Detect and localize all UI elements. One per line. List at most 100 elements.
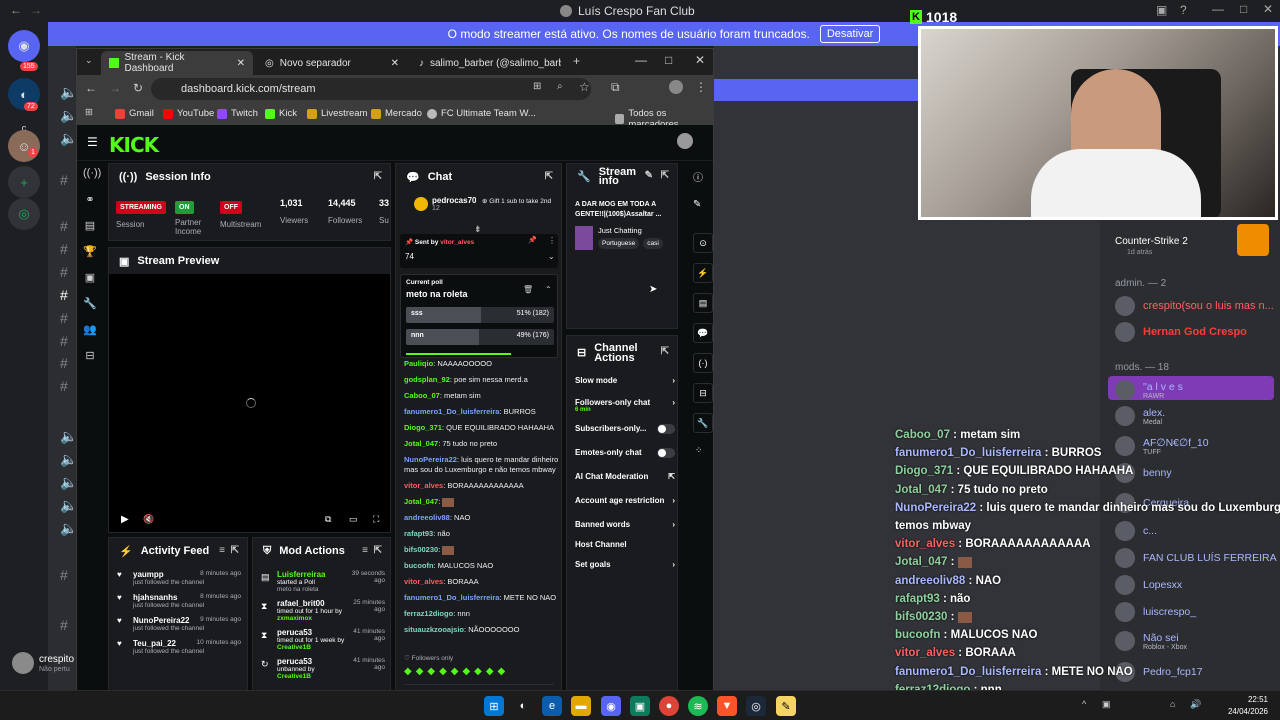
play-icon[interactable]: ▶ <box>121 514 129 525</box>
member-item[interactable]: "a l v e s RAWR <box>1115 380 1275 400</box>
member-item[interactable]: alex. Medal <box>1115 406 1275 426</box>
app-icon[interactable]: ▣ <box>630 696 650 716</box>
bookmark-fc[interactable]: FC Ultimate Team W... <box>427 108 536 119</box>
broadcast-icon[interactable]: ((·)) <box>83 167 101 181</box>
chart-icon[interactable]: ▤ <box>83 219 97 233</box>
disable-streamer-mode-button[interactable]: Desativar <box>819 25 881 43</box>
emote-bar[interactable]: ◆◆◆◆◆◆◆◆◆ <box>404 666 509 677</box>
unpin-icon[interactable]: 📌 <box>528 236 537 244</box>
gift-sub-prompt[interactable]: ⊕ Gift 1 sub to take 2nd <box>482 198 556 206</box>
chat-message[interactable]: Diogo_371: QUE EQUILIBRADO HAHAAHA <box>404 420 559 436</box>
tag-pill[interactable]: casi <box>643 238 663 249</box>
steam-icon[interactable]: ◎ <box>746 696 766 716</box>
channel-action-item[interactable]: Account age restriction › <box>575 496 675 505</box>
filter-icon[interactable]: ≡ <box>362 545 368 556</box>
translate-icon[interactable]: ⊞ <box>533 81 541 92</box>
tab-tiktok[interactable]: ♪salimo_barber (@salimo_barbe✕ <box>411 51 561 75</box>
copilot-icon[interactable]: ◐ <box>513 696 533 716</box>
reload-icon[interactable]: ↻ <box>133 81 143 95</box>
hamburger-icon[interactable]: ☰ <box>87 135 98 149</box>
chat-message[interactable]: ferraz12diogo: nnn <box>404 606 559 622</box>
chat-username[interactable]: fanumero1_Do_luisferreira <box>404 593 499 602</box>
mod-action-item[interactable]: ▤ Luisferreiraa started a Poll meto na role… <box>261 570 385 593</box>
edge-icon[interactable]: e <box>542 696 562 716</box>
network-icon[interactable]: ⌂ <box>1170 699 1175 709</box>
zoom-icon[interactable]: ⌕ <box>557 81 563 92</box>
bookmark-twitch[interactable]: Twitch <box>217 108 258 119</box>
info-icon[interactable]: ⓘ <box>693 169 703 184</box>
chat-message[interactable]: NunoPereira22: luis quero te mandar dinh… <box>404 455 559 475</box>
link-icon[interactable]: ⚭ <box>83 193 97 207</box>
chat-username[interactable]: fanumero1_Do_luisferreira <box>404 407 499 416</box>
brave-icon[interactable]: ▼ <box>717 696 737 716</box>
minimize-icon[interactable]: — <box>635 53 647 67</box>
chat-username[interactable]: vitor_alves <box>404 481 443 490</box>
chat-message[interactable]: andreeoliv88: NAO <box>404 510 559 526</box>
bookmark-kick[interactable]: Kick <box>265 108 297 119</box>
chat-username[interactable]: andreeoliv88 <box>404 513 450 522</box>
filter-icon[interactable]: ≡ <box>219 545 225 556</box>
more-icon[interactable]: ⋮ <box>548 236 556 245</box>
top-gifter[interactable]: pedrocas70 12 <box>414 196 476 212</box>
toggle-switch[interactable] <box>657 448 675 458</box>
chat-message[interactable]: rafapt93: não <box>404 526 559 542</box>
app-icon[interactable]: ✎ <box>776 696 796 716</box>
member-item[interactable]: Hernan God Crespo <box>1115 322 1275 342</box>
tab-list-icon[interactable]: ⌄ <box>85 55 93 66</box>
inbox-icon[interactable]: ⊟ <box>83 349 97 363</box>
chat-message[interactable]: situauzkzooajsio: NÃOOOOOOO <box>404 622 559 638</box>
chat-username[interactable]: Jotal_047 <box>404 439 438 448</box>
chat-message[interactable]: bifs00230: <box>404 542 559 558</box>
theater-icon[interactable]: ▭ <box>349 514 358 525</box>
close-icon[interactable]: ✕ <box>391 58 399 69</box>
popout-icon[interactable]: ⇱ <box>661 171 669 181</box>
category-name[interactable]: Just Chatting <box>598 226 642 235</box>
chat-icon[interactable]: 💬 <box>693 323 713 343</box>
chat-username[interactable]: NunoPereira22 <box>404 455 457 464</box>
mod-action-item[interactable]: ⧗ peruca53 timed out for 1 week by Creative… <box>261 628 385 651</box>
poll-option[interactable]: sss 51% (182) <box>406 307 554 323</box>
chat-username[interactable]: bucoofn <box>404 561 434 570</box>
back-icon[interactable]: ← <box>10 3 22 17</box>
avatar[interactable] <box>677 133 693 149</box>
discord-icon[interactable]: ◉ <box>601 696 621 716</box>
help-icon[interactable]: ? <box>1180 3 1187 17</box>
chat-username[interactable]: ferraz12diogo <box>404 609 453 618</box>
close-window-icon[interactable]: ✕ <box>695 53 705 67</box>
popout-icon[interactable]: ⇱ <box>231 545 239 556</box>
channel-action-item[interactable]: Banned words › <box>575 520 675 529</box>
kick-logo[interactable]: KICK <box>109 133 159 157</box>
mod-action-item[interactable]: ↻ peruca53 unbanned by Creative1B 41 minutes… <box>261 657 385 680</box>
extensions-icon[interactable]: ⧉ <box>611 80 620 95</box>
lightning-icon[interactable]: ⚡ <box>693 263 713 283</box>
tray-chevron-icon[interactable]: ^ <box>1082 699 1086 709</box>
chat-username[interactable]: rafapt93 <box>404 529 433 538</box>
minimize-icon[interactable]: — <box>1212 2 1224 16</box>
new-tab-icon[interactable]: + <box>573 54 580 68</box>
fullscreen-icon[interactable]: ⛶ <box>373 514 379 525</box>
volume-icon[interactable]: 🔊 <box>1190 699 1201 710</box>
popout-icon[interactable]: ⇱ <box>545 171 553 182</box>
chat-message[interactable]: godsplan_92: poe sim nessa merd.a <box>404 372 559 388</box>
bookmark-star-icon[interactable]: ☆ <box>579 80 590 94</box>
chat-message[interactable]: Jotal_047: <box>404 494 559 510</box>
document-icon[interactable]: ▤ <box>693 293 713 313</box>
channel-action-item[interactable]: Host Channel <box>575 540 675 549</box>
channel-action-item[interactable]: Set goals › <box>575 560 675 569</box>
clock[interactable]: 22:51 24/04/2026 <box>1228 694 1268 718</box>
tab-kick-dashboard[interactable]: Stream - Kick Dashboard ✕ <box>101 51 253 75</box>
poll-option[interactable]: nnn 49% (176) <box>406 329 554 345</box>
bookmark-youtube[interactable]: YouTube <box>163 108 214 119</box>
chat-username[interactable]: Jotal_047 <box>404 497 438 506</box>
spotify-icon[interactable]: ≋ <box>688 696 708 716</box>
channel-action-item[interactable]: Slow mode › <box>575 376 675 385</box>
chat-username[interactable]: situauzkzooajsio <box>404 625 464 634</box>
popout-icon[interactable]: ⇱ <box>374 545 382 556</box>
member-item[interactable]: crespito(sou o luis mas n... <box>1115 296 1275 316</box>
profile-icon[interactable] <box>669 80 683 94</box>
popout-icon[interactable]: ⇱ <box>374 171 382 182</box>
tab-new[interactable]: ◎ Novo separador ✕ <box>257 51 407 75</box>
toggle-switch[interactable] <box>657 424 675 434</box>
mod-action-item[interactable]: ⧗ rafael_brit00 timed out for 1 hour by zxm… <box>261 599 385 622</box>
pencil-icon[interactable]: ✎ <box>693 199 701 210</box>
